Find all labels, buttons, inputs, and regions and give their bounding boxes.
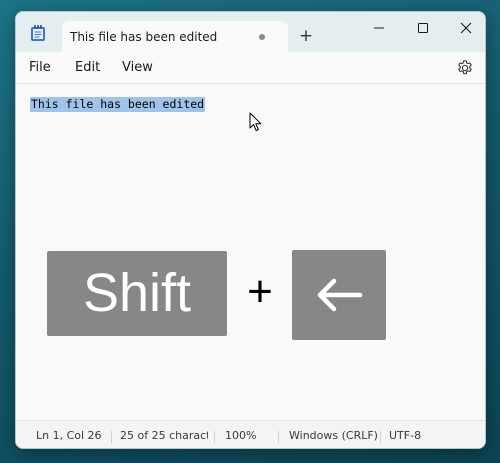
text-editor[interactable]: This file has been edited Shift + [16, 85, 485, 420]
minimize-button[interactable] [364, 16, 394, 40]
gear-icon [458, 60, 472, 75]
status-encoding[interactable]: UTF-8 [389, 429, 439, 442]
tab-document[interactable]: This file has been edited [62, 21, 288, 53]
selected-text[interactable]: This file has been edited [30, 97, 206, 112]
status-divider [380, 431, 381, 443]
left-arrow-icon [317, 278, 363, 312]
shift-key-overlay: Shift [47, 251, 227, 336]
menu-edit[interactable]: Edit [75, 60, 100, 75]
notepad-icon [30, 24, 46, 42]
close-icon [460, 22, 472, 34]
maximize-button[interactable] [408, 16, 438, 40]
status-characters: 25 of 25 characters [120, 429, 208, 442]
status-divider [111, 431, 112, 443]
status-divider [278, 431, 279, 443]
settings-button[interactable] [456, 59, 474, 77]
menu-file[interactable]: File [29, 60, 51, 75]
notepad-window: This file has been edited + File Edit Vi… [15, 11, 486, 449]
status-divider [214, 431, 215, 443]
menu-view[interactable]: View [122, 60, 153, 75]
close-button[interactable] [451, 16, 481, 40]
menu-bar: File Edit View [16, 52, 485, 84]
status-line-ending[interactable]: Windows (CRLF) [289, 429, 379, 442]
minimize-icon [374, 27, 384, 29]
maximize-icon [418, 23, 428, 33]
mouse-pointer-icon [249, 112, 263, 136]
plus-sign: + [247, 267, 273, 316]
status-position: Ln 1, Col 26 [36, 429, 102, 442]
new-tab-button[interactable]: + [294, 24, 318, 48]
left-arrow-key-overlay [292, 250, 386, 340]
title-bar[interactable]: This file has been edited + [16, 12, 485, 53]
status-zoom[interactable]: 100% [225, 429, 265, 442]
tab-title: This file has been edited [70, 30, 218, 44]
status-bar: Ln 1, Col 26 25 of 25 characters 100% Wi… [16, 420, 485, 448]
unsaved-dot-icon[interactable] [259, 34, 265, 40]
